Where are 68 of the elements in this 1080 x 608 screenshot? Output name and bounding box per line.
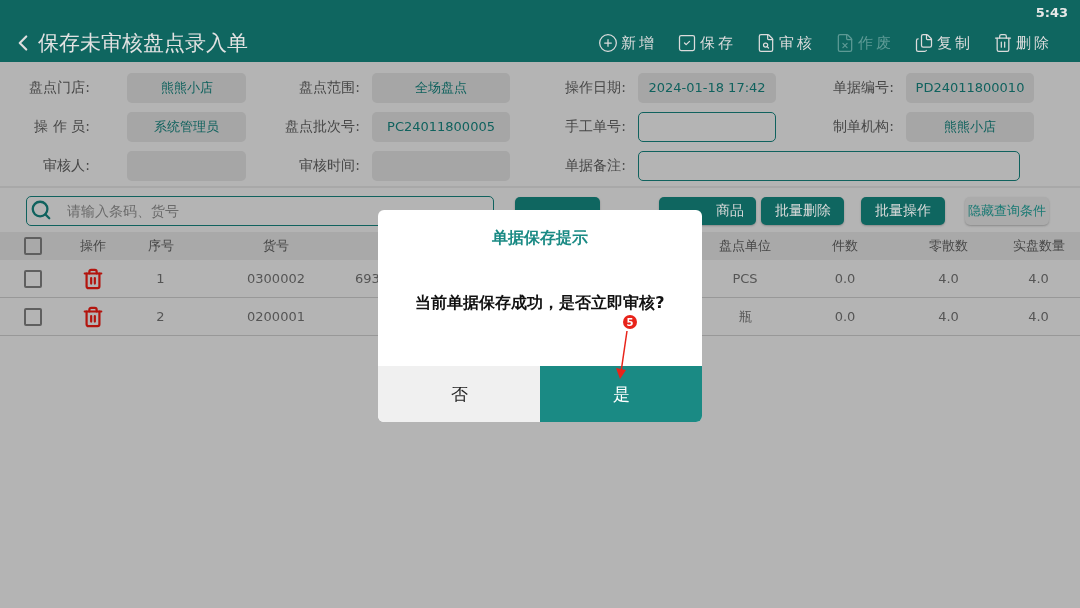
page-title: 保存未审核盘点录入单 (38, 30, 248, 57)
table-cell-text: 0200001 (246, 309, 306, 324)
input-field[interactable] (638, 111, 776, 142)
field-label: 单据备注: (565, 156, 627, 175)
field-label: 制单机构: (833, 117, 895, 136)
readonly-field[interactable]: PD24011800010 (906, 72, 1034, 103)
action-button[interactable]: 批量删除 (761, 197, 844, 225)
table-cell-text: 4.0 (1027, 271, 1050, 286)
table-cell-text: 0300002 (246, 271, 306, 286)
add-button[interactable]: 新增 (598, 33, 657, 53)
table-cell-text: 瓶 (737, 307, 753, 326)
plus-circle-icon (598, 33, 618, 53)
column-header: 货号 (262, 237, 290, 255)
document-search-icon (756, 33, 776, 53)
cancel-button[interactable]: 否 (378, 366, 540, 422)
delete-icon[interactable] (82, 305, 104, 328)
column-header: 操作 (79, 237, 107, 255)
input-field[interactable] (638, 150, 1020, 181)
dialog-message: 当前单据保存成功，是否立即审核? (414, 293, 666, 314)
field-label: 手工单号: (565, 117, 627, 136)
table-cell-text: 693 (354, 271, 381, 286)
table-cell-text: 2 (155, 309, 166, 324)
readonly-field[interactable]: 系统管理员 (127, 111, 246, 142)
readonly-field[interactable]: 全场盘点 (372, 72, 510, 103)
row-checkbox[interactable] (23, 269, 42, 288)
confirm-button[interactable]: 是 (540, 366, 702, 422)
delete-icon[interactable] (82, 267, 104, 290)
field-label: 操作日期: (565, 78, 627, 97)
column-header: 实盘数量 (1011, 237, 1066, 255)
table-cell-text: 4.0 (937, 271, 960, 286)
table-cell-text: 0.0 (833, 309, 857, 324)
action-button[interactable]: 隐藏查询条件 (965, 197, 1049, 225)
copy-button[interactable]: 复制 (914, 33, 973, 53)
column-header: 序号 (146, 237, 175, 255)
field-label: 操 作 员: (34, 117, 91, 136)
field-label: 单据编号: (833, 78, 895, 97)
readonly-field[interactable]: 熊熊小店 (127, 72, 246, 103)
readonly-field[interactable]: 2024-01-18 17:42 (638, 72, 776, 103)
readonly-field[interactable]: 熊熊小店 (906, 111, 1034, 142)
column-header: 件数 (831, 237, 859, 255)
field-label: 审核人: (43, 156, 91, 175)
save-button[interactable]: 保存 (677, 33, 736, 53)
copy-icon (914, 33, 934, 53)
column-header: 零散数 (928, 237, 969, 255)
audit-button[interactable]: 审核 (756, 33, 815, 53)
field-label: 审核时间: (299, 156, 361, 175)
table-cell-text: 1 (155, 271, 166, 286)
table-cell-text: 4.0 (937, 309, 960, 324)
annotation-arrow (615, 330, 631, 380)
column-header: 盘点单位 (718, 237, 772, 255)
action-button[interactable]: 批量操作 (861, 197, 945, 225)
checkbox-icon (677, 33, 697, 53)
table-cell-text: PCS (731, 271, 759, 286)
field-label: 盘点范围: (299, 78, 361, 97)
select-all-checkbox[interactable] (23, 237, 42, 255)
field-label: 盘点批次号: (285, 117, 361, 136)
delete-button[interactable]: 删除 (993, 33, 1052, 53)
status-time: 5:43 (1035, 4, 1068, 20)
document-x-icon (835, 33, 855, 53)
dialog-title: 单据保存提示 (491, 228, 589, 249)
search-field[interactable]: 请输入条码、货号 (26, 196, 494, 226)
field-label: 盘点门店: (29, 78, 91, 97)
search-icon (30, 199, 52, 221)
trash-icon (993, 33, 1013, 53)
table-cell-text: 4.0 (1027, 309, 1050, 324)
readonly-field[interactable]: PC24011800005 (372, 111, 510, 142)
table-cell-text: 0.0 (833, 271, 857, 286)
row-checkbox[interactable] (23, 307, 42, 326)
